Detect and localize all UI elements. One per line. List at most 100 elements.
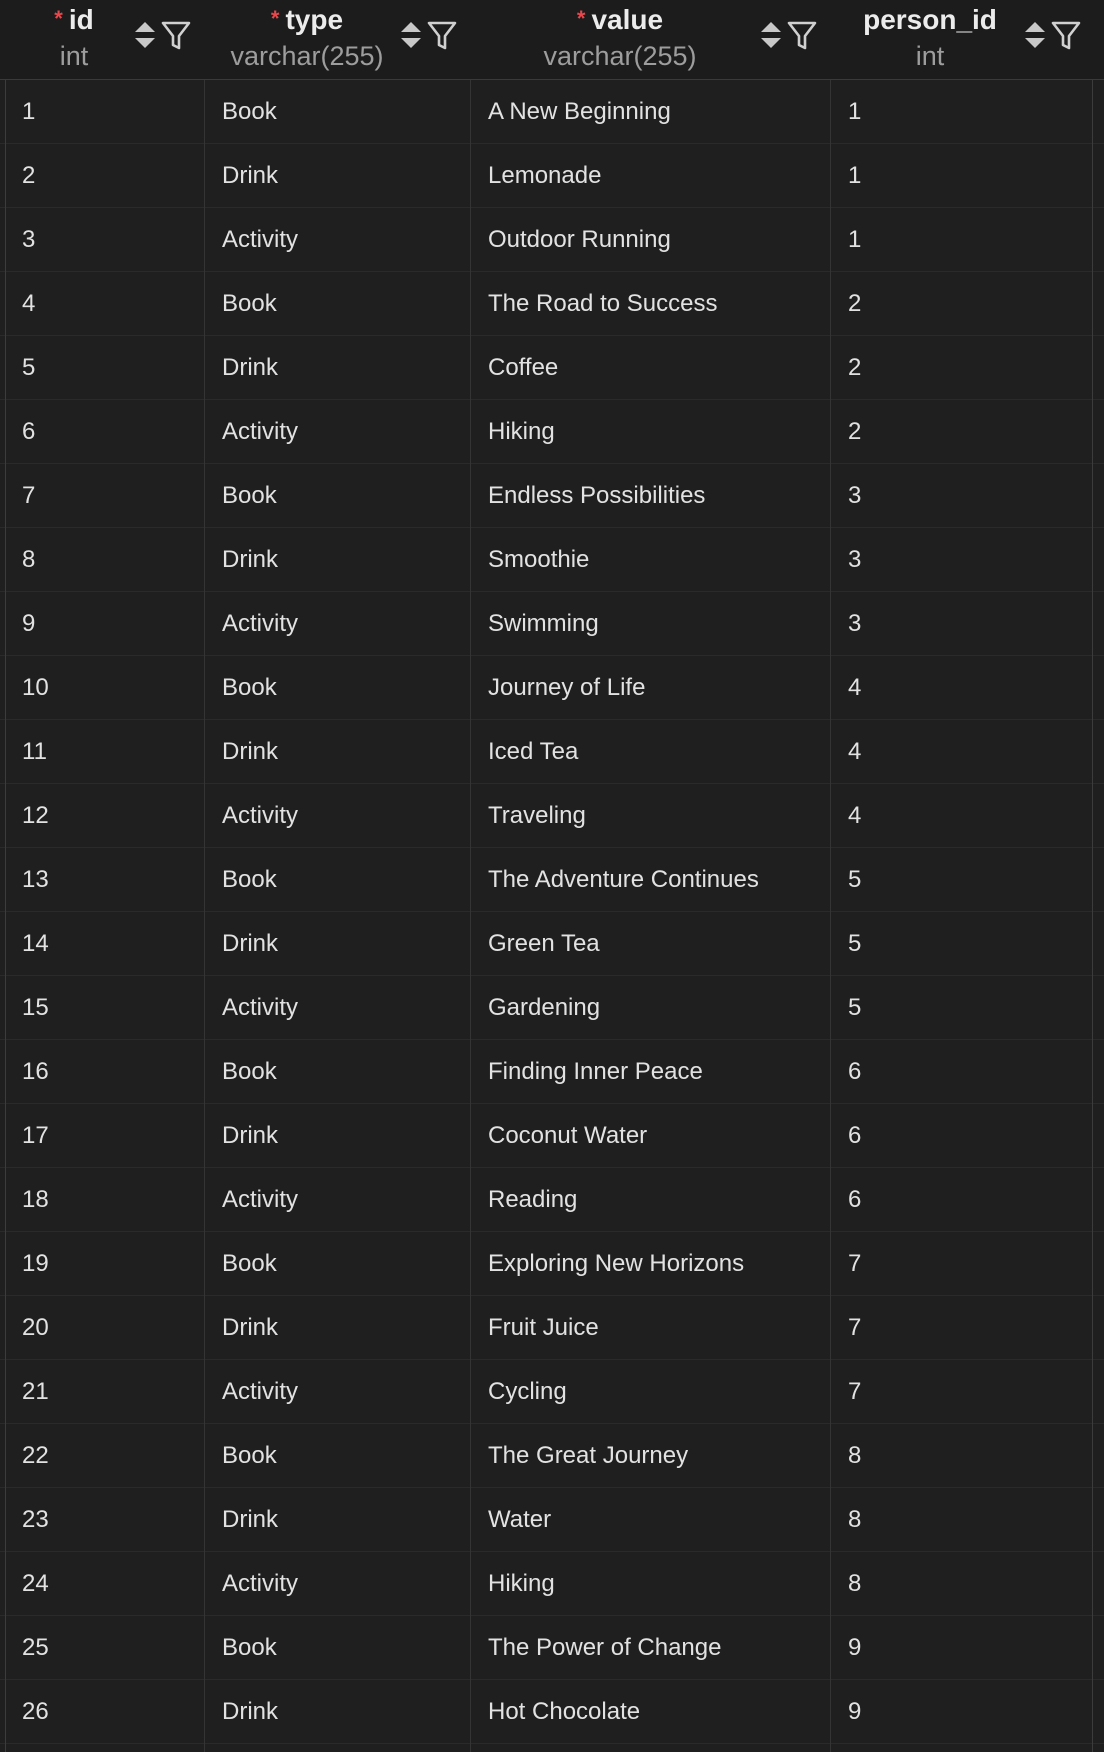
table-cell-type[interactable]: Drink bbox=[222, 144, 462, 208]
table-cell-value[interactable]: Endless Possibilities bbox=[488, 464, 818, 528]
table-row[interactable]: 8 Drink Smoothie 3 bbox=[0, 528, 1104, 592]
table-cell-person-id[interactable]: 3 bbox=[848, 528, 1078, 592]
table-cell-id[interactable]: 20 bbox=[22, 1296, 192, 1360]
table-row[interactable]: 22 Book The Great Journey 8 bbox=[0, 1424, 1104, 1488]
table-cell-value[interactable]: Exploring New Horizons bbox=[488, 1232, 818, 1296]
table-cell-person-id[interactable]: 6 bbox=[848, 1104, 1078, 1168]
table-row[interactable]: 24 Activity Hiking 8 bbox=[0, 1552, 1104, 1616]
table-row[interactable]: 25 Book The Power of Change 9 bbox=[0, 1616, 1104, 1680]
table-cell-id[interactable]: 7 bbox=[22, 464, 192, 528]
table-cell-value[interactable]: Cycling bbox=[488, 1360, 818, 1424]
filter-icon[interactable] bbox=[160, 18, 192, 52]
table-row[interactable]: 21 Activity Cycling 7 bbox=[0, 1360, 1104, 1424]
table-cell-person-id[interactable]: 3 bbox=[848, 464, 1078, 528]
table-row[interactable]: 13 Book The Adventure Continues 5 bbox=[0, 848, 1104, 912]
table-cell-person-id[interactable]: 2 bbox=[848, 272, 1078, 336]
table-cell-type[interactable]: Drink bbox=[222, 1680, 462, 1744]
table-cell-value[interactable]: Lemonade bbox=[488, 144, 818, 208]
table-cell-value[interactable]: Iced Tea bbox=[488, 720, 818, 784]
table-row[interactable]: 10 Book Journey of Life 4 bbox=[0, 656, 1104, 720]
table-cell-id[interactable]: 10 bbox=[22, 656, 192, 720]
table-cell-type[interactable]: Book bbox=[222, 464, 462, 528]
table-cell-person-id[interactable]: 1 bbox=[848, 144, 1078, 208]
table-cell-person-id[interactable]: 7 bbox=[848, 1232, 1078, 1296]
filter-icon[interactable] bbox=[1050, 18, 1082, 52]
table-cell-value[interactable]: Outdoor Running bbox=[488, 208, 818, 272]
column-header-value[interactable]: * value varchar(255) bbox=[470, 0, 830, 80]
table-row[interactable]: 19 Book Exploring New Horizons 7 bbox=[0, 1232, 1104, 1296]
column-header-type[interactable]: * type varchar(255) bbox=[204, 0, 470, 80]
column-header-id[interactable]: * id int bbox=[0, 0, 204, 80]
table-cell-value[interactable]: Journey of Life bbox=[488, 656, 818, 720]
table-row[interactable]: 26 Drink Hot Chocolate 9 bbox=[0, 1680, 1104, 1744]
table-cell-person-id[interactable]: 8 bbox=[848, 1424, 1078, 1488]
sort-icon[interactable] bbox=[132, 18, 158, 52]
sort-icon[interactable] bbox=[398, 18, 424, 52]
table-cell-person-id[interactable]: 4 bbox=[848, 720, 1078, 784]
table-cell-id[interactable]: 21 bbox=[22, 1360, 192, 1424]
table-cell-id[interactable]: 1 bbox=[22, 80, 192, 144]
table-row[interactable]: 7 Book Endless Possibilities 3 bbox=[0, 464, 1104, 528]
table-cell-value[interactable]: Hiking bbox=[488, 1552, 818, 1616]
table-cell-value[interactable]: Coffee bbox=[488, 336, 818, 400]
table-cell-type[interactable]: Book bbox=[222, 1232, 462, 1296]
table-row[interactable]: 5 Drink Coffee 2 bbox=[0, 336, 1104, 400]
table-cell-person-id[interactable]: 9 bbox=[848, 1680, 1078, 1744]
table-cell-id[interactable]: 19 bbox=[22, 1232, 192, 1296]
table-cell-type[interactable]: Book bbox=[222, 848, 462, 912]
table-row[interactable]: 3 Activity Outdoor Running 1 bbox=[0, 208, 1104, 272]
table-cell-id[interactable]: 6 bbox=[22, 400, 192, 464]
table-cell-type[interactable]: Book bbox=[222, 272, 462, 336]
table-cell-id[interactable]: 9 bbox=[22, 592, 192, 656]
table-row[interactable]: 15 Activity Gardening 5 bbox=[0, 976, 1104, 1040]
sort-icon[interactable] bbox=[1022, 18, 1048, 52]
table-row[interactable]: 18 Activity Reading 6 bbox=[0, 1168, 1104, 1232]
table-cell-id[interactable]: 13 bbox=[22, 848, 192, 912]
table-cell-person-id[interactable]: 4 bbox=[848, 784, 1078, 848]
table-row[interactable]: 4 Book The Road to Success 2 bbox=[0, 272, 1104, 336]
table-cell-type[interactable]: Drink bbox=[222, 1296, 462, 1360]
sort-icon[interactable] bbox=[758, 18, 784, 52]
table-cell-person-id[interactable]: 6 bbox=[848, 1168, 1078, 1232]
table-row[interactable]: 14 Drink Green Tea 5 bbox=[0, 912, 1104, 976]
table-cell-value[interactable]: Traveling bbox=[488, 784, 818, 848]
table-cell-value[interactable]: Smoothie bbox=[488, 528, 818, 592]
table-cell-person-id[interactable]: 1 bbox=[848, 208, 1078, 272]
table-cell-id[interactable]: 8 bbox=[22, 528, 192, 592]
table-cell-person-id[interactable]: 3 bbox=[848, 592, 1078, 656]
table-cell-person-id[interactable]: 2 bbox=[848, 400, 1078, 464]
table-cell-id[interactable]: 12 bbox=[22, 784, 192, 848]
table-row[interactable]: 16 Book Finding Inner Peace 6 bbox=[0, 1040, 1104, 1104]
table-cell-id[interactable]: 24 bbox=[22, 1552, 192, 1616]
table-cell-type[interactable]: Book bbox=[222, 1040, 462, 1104]
table-cell-type[interactable]: Drink bbox=[222, 720, 462, 784]
filter-icon[interactable] bbox=[786, 18, 818, 52]
table-cell-id[interactable]: 26 bbox=[22, 1680, 192, 1744]
table-cell-type[interactable]: Activity bbox=[222, 976, 462, 1040]
table-cell-id[interactable]: 23 bbox=[22, 1488, 192, 1552]
table-cell-value[interactable]: Finding Inner Peace bbox=[488, 1040, 818, 1104]
table-cell-type[interactable]: Book bbox=[222, 1424, 462, 1488]
table-cell-type[interactable]: Activity bbox=[222, 400, 462, 464]
table-cell-value[interactable]: Hiking bbox=[488, 400, 818, 464]
table-cell-value[interactable]: Water bbox=[488, 1488, 818, 1552]
table-row[interactable]: 20 Drink Fruit Juice 7 bbox=[0, 1296, 1104, 1360]
table-row[interactable]: 23 Drink Water 8 bbox=[0, 1488, 1104, 1552]
table-cell-value[interactable]: Swimming bbox=[488, 592, 818, 656]
table-cell-person-id[interactable]: 8 bbox=[848, 1488, 1078, 1552]
table-cell-id[interactable]: 17 bbox=[22, 1104, 192, 1168]
filter-icon[interactable] bbox=[426, 18, 458, 52]
table-cell-person-id[interactable]: 8 bbox=[848, 1552, 1078, 1616]
table-row[interactable]: 17 Drink Coconut Water 6 bbox=[0, 1104, 1104, 1168]
table-cell-person-id[interactable]: 5 bbox=[848, 848, 1078, 912]
table-cell-type[interactable]: Activity bbox=[222, 1360, 462, 1424]
table-cell-person-id[interactable]: 1 bbox=[848, 80, 1078, 144]
table-cell-type[interactable]: Activity bbox=[222, 1168, 462, 1232]
table-cell-type[interactable]: Drink bbox=[222, 1488, 462, 1552]
table-cell-type[interactable]: Activity bbox=[222, 208, 462, 272]
table-cell-person-id[interactable]: 9 bbox=[848, 1616, 1078, 1680]
table-cell-id[interactable]: 11 bbox=[22, 720, 192, 784]
table-cell-value[interactable]: The Road to Success bbox=[488, 272, 818, 336]
table-cell-id[interactable]: 22 bbox=[22, 1424, 192, 1488]
table-cell-type[interactable]: Drink bbox=[222, 336, 462, 400]
